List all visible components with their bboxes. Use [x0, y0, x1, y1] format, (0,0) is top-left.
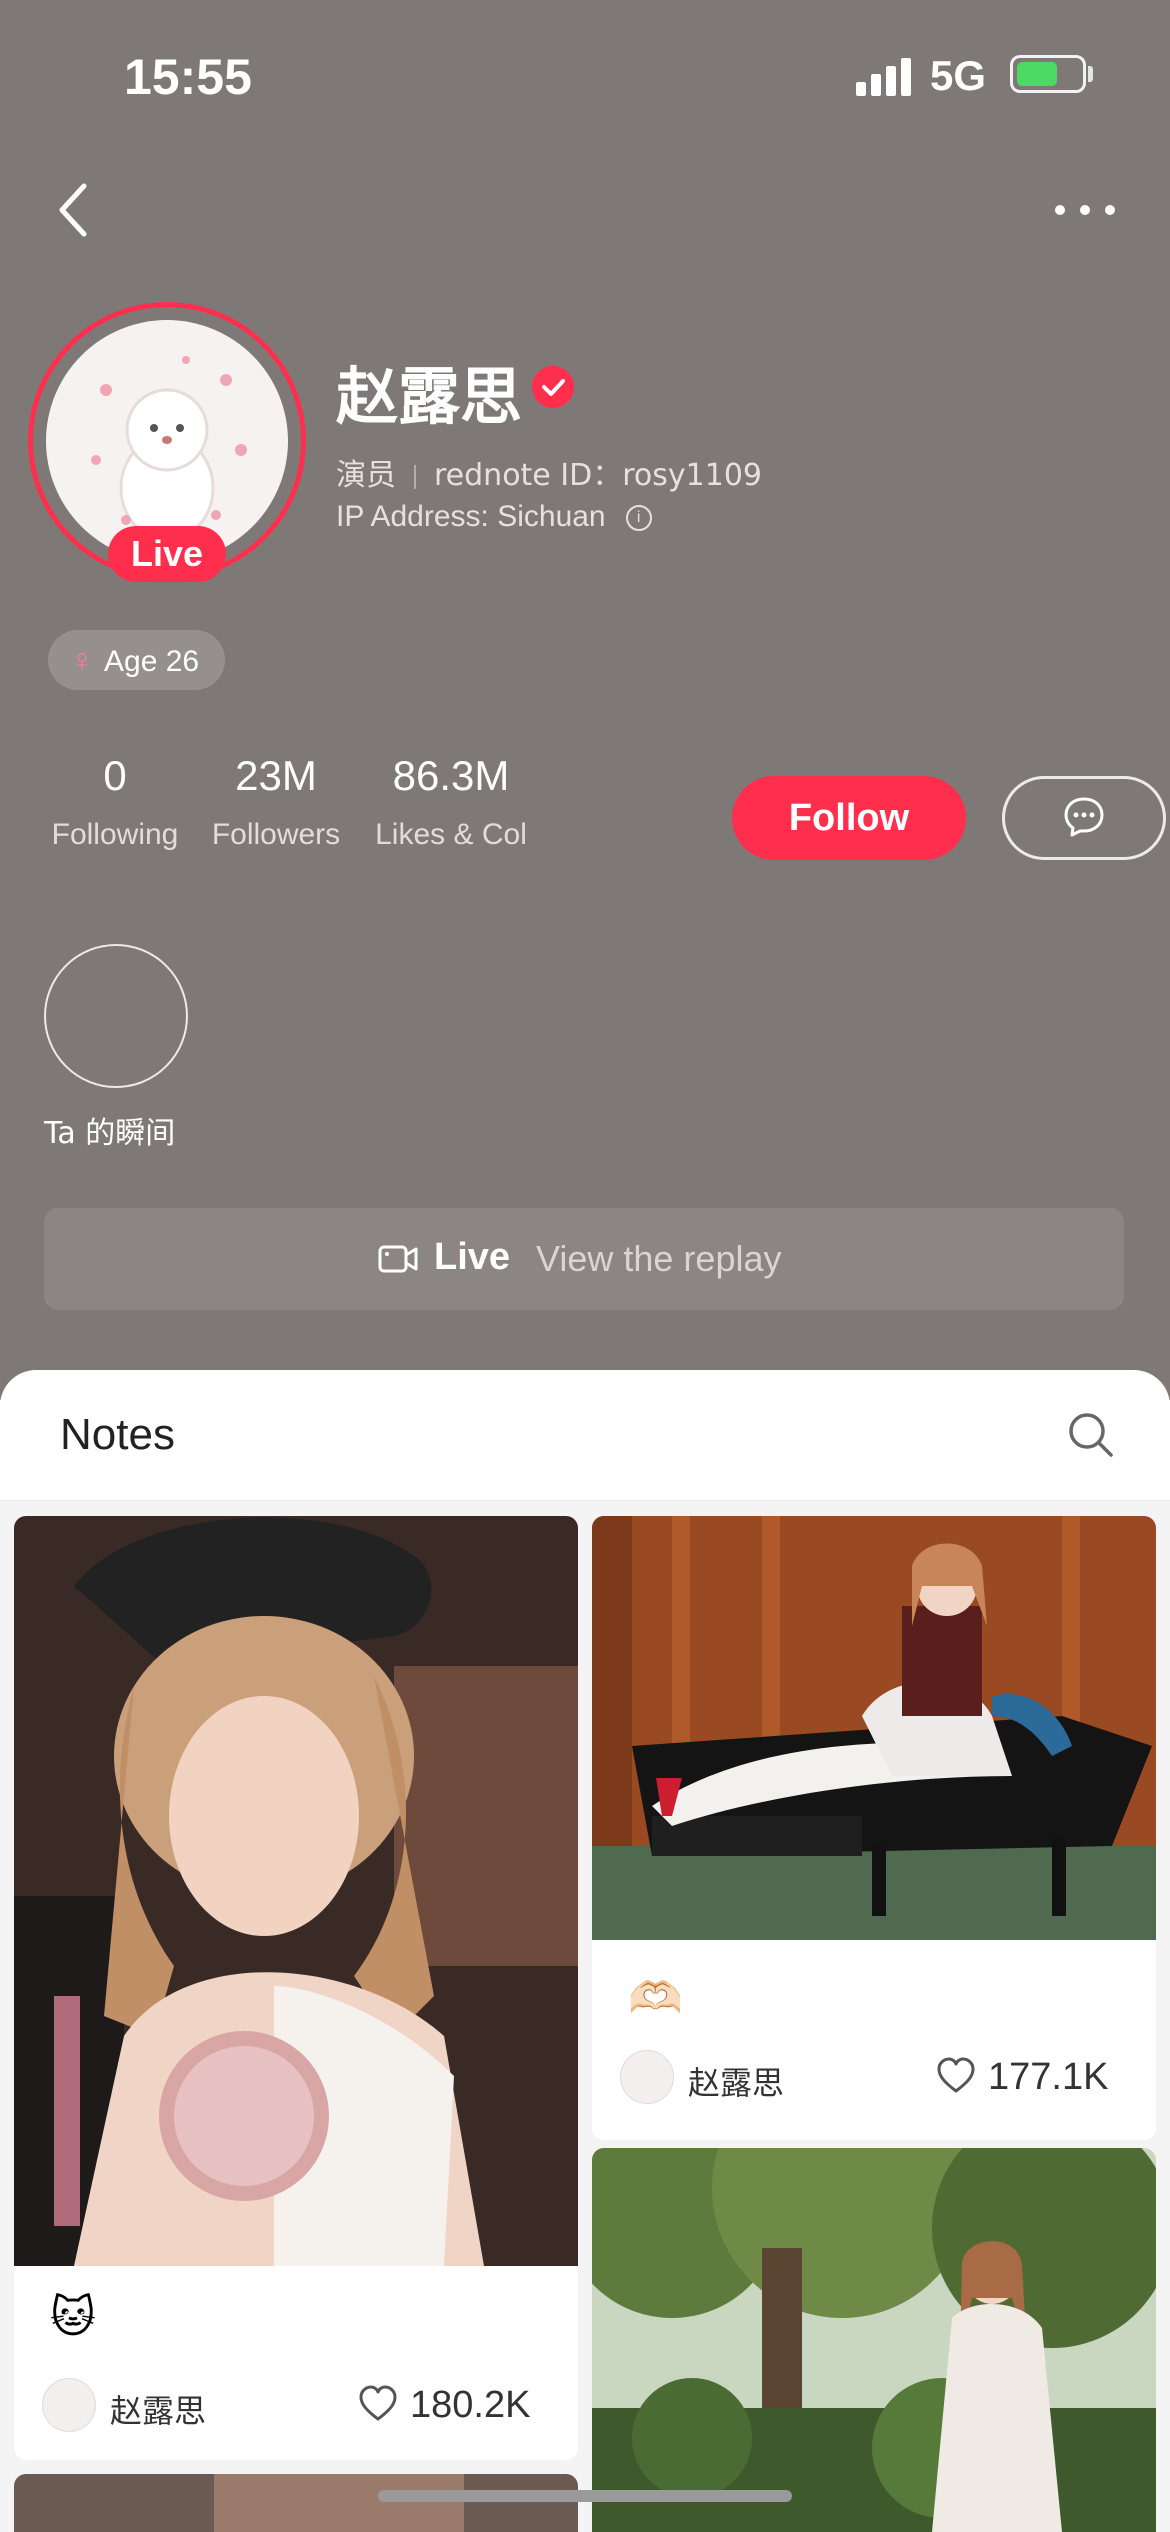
- more-options-icon[interactable]: [1050, 190, 1120, 230]
- profile-name: 赵露思: [336, 360, 523, 433]
- stat-label: Following: [51, 818, 179, 851]
- author-name: 赵露思: [110, 2392, 207, 2430]
- note-author[interactable]: 赵露思: [42, 2378, 302, 2434]
- note-cover-image: [592, 1516, 1156, 1940]
- ip-address-row: IP Address: Sichuan i: [336, 500, 652, 534]
- note-card[interactable]: [14, 2474, 578, 2532]
- female-icon: ♀: [70, 642, 94, 678]
- note-cover-image: [14, 2474, 578, 2532]
- age-label: Age 26: [104, 645, 200, 678]
- like-button[interactable]: 177.1K: [936, 2050, 1126, 2106]
- like-count: 177.1K: [988, 2056, 1109, 2098]
- like-count: 180.2K: [410, 2384, 531, 2426]
- search-icon[interactable]: [1066, 1410, 1116, 1460]
- note-caption: 🫶🏻: [628, 1974, 683, 2023]
- live-label: Live: [434, 1236, 511, 1278]
- author-avatar: [620, 2050, 674, 2104]
- network-label: 5G: [930, 52, 987, 99]
- stat-label: Followers: [211, 818, 341, 851]
- stat-following[interactable]: 0 Following: [48, 752, 182, 852]
- profile-header: [0, 0, 1170, 1400]
- author-avatar: [42, 2378, 96, 2432]
- moment-circle[interactable]: [44, 944, 188, 1088]
- heart-icon: [359, 2385, 397, 2421]
- moment-label: Ta 的瞬间: [44, 1116, 176, 1151]
- age-tag: ♀ Age 26: [48, 630, 226, 690]
- note-card[interactable]: 🫶🏻 赵露思 177.1K: [592, 1516, 1156, 2140]
- stat-value: 86.3M: [392, 752, 510, 799]
- note-cover-image: [592, 2148, 1156, 2532]
- stat-followers[interactable]: 23M Followers: [208, 752, 344, 852]
- follow-button[interactable]: Follow: [732, 776, 966, 860]
- note-card[interactable]: 🐱 赵露思 180.2K: [14, 1516, 578, 2460]
- status-time: 15:55: [124, 49, 252, 105]
- verified-icon: [532, 366, 574, 408]
- like-button[interactable]: 180.2K: [358, 2378, 548, 2434]
- video-camera-icon: [378, 1245, 418, 1273]
- occupation: 演员: [336, 458, 396, 493]
- replay-label: View the replay: [536, 1238, 782, 1279]
- heart-icon: [937, 2057, 975, 2093]
- profile-meta: 演员 rednote ID：rosy1109: [336, 450, 762, 494]
- note-caption: 🐱: [50, 2293, 96, 2342]
- stat-likes[interactable]: 86.3M Likes & Col: [370, 752, 532, 852]
- stat-label: Likes & Col: [375, 818, 527, 851]
- live-badge[interactable]: Live: [108, 526, 226, 582]
- note-author[interactable]: 赵露思: [620, 2050, 880, 2106]
- note-cover-image: [14, 1516, 578, 2266]
- notes-tab-title[interactable]: Notes: [60, 1410, 175, 1460]
- signal-icon: [856, 56, 916, 96]
- home-indicator: [378, 2490, 792, 2502]
- info-icon[interactable]: i: [625, 505, 652, 532]
- rednote-id: rednote ID：rosy1109: [434, 458, 763, 493]
- ip-address: IP Address: Sichuan: [336, 500, 606, 533]
- stat-value: 0: [103, 752, 127, 799]
- stat-value: 23M: [235, 752, 317, 799]
- live-replay-bar[interactable]: Live View the replay: [44, 1208, 1124, 1310]
- note-card[interactable]: [592, 2148, 1156, 2532]
- back-icon[interactable]: [52, 180, 102, 240]
- message-button[interactable]: [1002, 776, 1166, 860]
- author-name: 赵露思: [688, 2064, 785, 2102]
- chat-icon: [1064, 797, 1104, 837]
- battery-icon: [1010, 55, 1086, 93]
